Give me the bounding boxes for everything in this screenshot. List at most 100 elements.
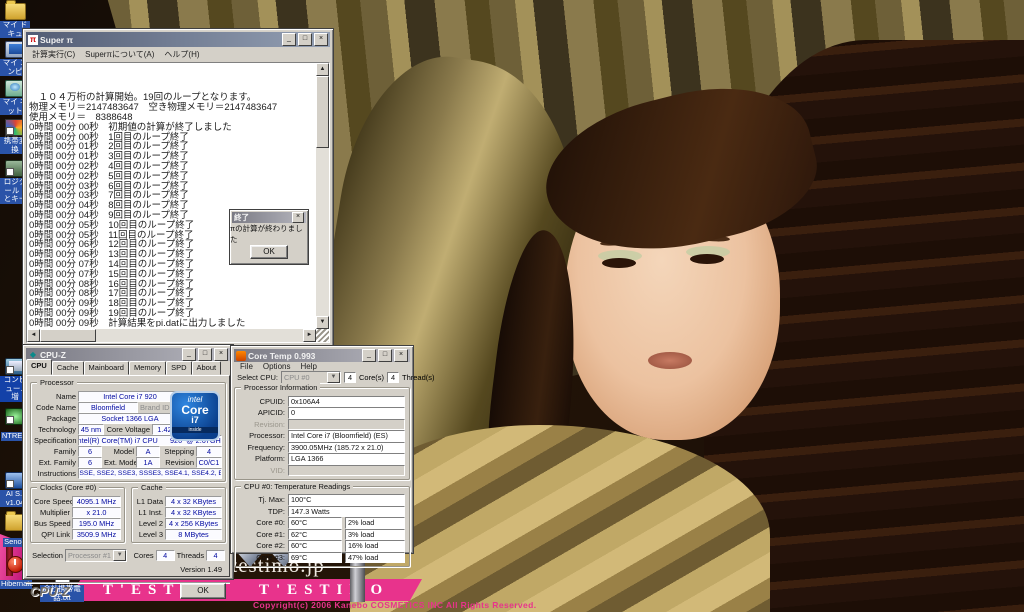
cpuid-value: 0x106A4 bbox=[288, 395, 405, 407]
cache-group: Cache L1 Data 4 x 32 KBytes L1 Inst. 4 x… bbox=[131, 483, 226, 543]
level3-value: 8 MBytes bbox=[165, 528, 222, 540]
codename-value: Bloomfield bbox=[78, 401, 138, 413]
scroll-thumb[interactable] bbox=[316, 76, 329, 148]
power-icon bbox=[6, 556, 24, 573]
menu-about[interactable]: Superπについて(A) bbox=[80, 49, 159, 60]
scroll-thumb[interactable] bbox=[40, 329, 96, 342]
processor-information-group: Processor Information CPUID: 0x106A4 API… bbox=[234, 383, 410, 480]
menu-file[interactable]: File bbox=[235, 362, 258, 371]
resize-grip[interactable] bbox=[316, 329, 329, 342]
cpuz-title: CPU-Z bbox=[40, 349, 66, 360]
cpuz-titlebar[interactable]: ◆ CPU-Z _ □ × bbox=[26, 348, 230, 361]
qpi-link-value: 3509.9 MHz bbox=[72, 528, 121, 540]
platform-value: LGA 1366 bbox=[288, 453, 405, 465]
technology-value: 45 nm bbox=[78, 423, 104, 435]
tdp-value: 147.3 Watts bbox=[288, 505, 405, 517]
tab-spd[interactable]: SPD bbox=[166, 361, 192, 375]
superpi-output: １０４万桁の計算開始。19回のループとなります。 物理メモリ＝2147483647… bbox=[29, 64, 314, 327]
processor-selection-dropdown[interactable]: Processor #1 ▼ bbox=[64, 548, 128, 562]
tab-about[interactable]: About bbox=[191, 361, 222, 375]
l1-data-value: 4 x 32 KBytes bbox=[165, 495, 222, 507]
horizontal-scrollbar[interactable]: ◄ ► bbox=[27, 329, 316, 342]
level2-value: 4 x 256 KBytes bbox=[165, 517, 222, 529]
tab-cache[interactable]: Cache bbox=[51, 361, 84, 375]
close-icon[interactable]: × bbox=[292, 212, 304, 224]
core0-load: 2% load bbox=[345, 517, 405, 529]
superpi-title: Super π bbox=[40, 34, 73, 45]
close-button[interactable]: × bbox=[214, 348, 228, 361]
processor-value: Intel Core i7 (Bloomfield) (ES) bbox=[288, 430, 405, 442]
revision-value: C0/C1 bbox=[196, 456, 222, 468]
menu-help[interactable]: Help bbox=[295, 362, 321, 371]
tab-memory[interactable]: Memory bbox=[128, 361, 167, 375]
tab-cpu[interactable]: CPU bbox=[26, 359, 52, 375]
copyright-text: Copyright(c) 2006 Kanebo COSMETICS INC A… bbox=[253, 600, 537, 610]
core2-load: 16% load bbox=[345, 540, 405, 552]
l1-inst-value: 4 x 32 KBytes bbox=[165, 506, 222, 518]
tjmax-value: 100°C bbox=[288, 494, 405, 506]
superpi-menubar: 計算実行(C) Superπについて(A) ヘルプ(H) bbox=[23, 47, 333, 61]
minimize-button[interactable]: _ bbox=[182, 348, 196, 361]
ext-family-value: 6 bbox=[78, 456, 102, 468]
core-speed-value: 4095.1 MHz bbox=[72, 495, 121, 507]
vertical-scrollbar[interactable]: ▲ ▼ bbox=[316, 63, 329, 329]
cores-count: 4 bbox=[344, 371, 356, 384]
package-value: Socket 1366 LGA bbox=[78, 412, 182, 424]
cpu-name-value: Intel Core i7 920 bbox=[78, 390, 182, 402]
ok-button[interactable]: OK bbox=[250, 245, 288, 259]
cpuz-cpu-page: Processor intel Core i7 inside Name Inte… bbox=[26, 375, 230, 577]
intel-core-i7-logo: intel Core i7 inside bbox=[170, 391, 220, 441]
lips bbox=[648, 352, 692, 369]
cores-value: 4 bbox=[155, 549, 175, 561]
menu-help[interactable]: ヘルプ(H) bbox=[159, 49, 204, 60]
dialog-titlebar[interactable]: 終了 × bbox=[232, 212, 306, 224]
coretemp-menubar: File Options Help bbox=[231, 362, 413, 371]
chevron-down-icon: ▼ bbox=[327, 372, 340, 383]
minimize-button[interactable]: _ bbox=[362, 349, 376, 362]
cpuz-footer: CPU-Z OK bbox=[26, 582, 230, 599]
cpuz-tabs: CPU Cache Mainboard Memory SPD About bbox=[26, 359, 230, 375]
scroll-down-button[interactable]: ▼ bbox=[316, 316, 329, 329]
instructions-value: MMX, SSE, SSE2, SSE3, SSSE3, SSE4.1, SSE… bbox=[78, 467, 222, 479]
coretemp-app-icon bbox=[236, 350, 246, 361]
coretemp-title: Core Temp 0.993 bbox=[248, 350, 316, 361]
close-button[interactable]: × bbox=[314, 33, 328, 46]
menu-calculate[interactable]: 計算実行(C) bbox=[27, 49, 80, 60]
superpi-app-icon: π bbox=[28, 34, 38, 45]
superpi-titlebar[interactable]: π Super π _ □ × bbox=[26, 32, 330, 47]
cpuz-logo: CPU-Z bbox=[30, 583, 70, 599]
core1-load: 3% load bbox=[345, 528, 405, 540]
revision-value bbox=[288, 418, 405, 430]
coretemp-window: Core Temp 0.993 _ □ × File Options Help … bbox=[230, 345, 435, 567]
threads-count: 4 bbox=[387, 371, 400, 384]
cpuz-window: ◆ CPU-Z _ □ × CPU Cache Mainboard Memory… bbox=[22, 344, 234, 599]
scroll-right-button[interactable]: ► bbox=[303, 329, 316, 342]
core3-temp: 69°C bbox=[288, 551, 342, 563]
multiplier-value: x 21.0 bbox=[72, 506, 121, 518]
core3-load: 47% load bbox=[345, 551, 405, 563]
cpuz-app-icon: ◆ bbox=[29, 349, 37, 359]
tab-mainboard[interactable]: Mainboard bbox=[83, 361, 129, 375]
maximize-button[interactable]: □ bbox=[378, 349, 392, 362]
close-button[interactable]: × bbox=[394, 349, 408, 362]
superpi-client: １０４万桁の計算開始。19回のループとなります。 物理メモリ＝2147483647… bbox=[26, 62, 330, 343]
threads-value: 4 bbox=[206, 549, 226, 561]
ok-button[interactable]: OK bbox=[180, 583, 226, 599]
processor-group: Processor intel Core i7 inside Name Inte… bbox=[30, 378, 226, 482]
clocks-group: Clocks (Core #0) Core Speed 4095.1 MHz M… bbox=[30, 483, 125, 543]
core0-temp: 60°C bbox=[288, 517, 342, 529]
ext-model-value: 1A bbox=[136, 456, 160, 468]
core1-temp: 62°C bbox=[288, 528, 342, 540]
maximize-button[interactable]: □ bbox=[298, 33, 312, 46]
menu-options[interactable]: Options bbox=[258, 362, 296, 371]
maximize-button[interactable]: □ bbox=[198, 348, 212, 361]
family-value: 6 bbox=[78, 445, 102, 457]
frequency-value: 3900.05MHz (185.72 x 21.0) bbox=[288, 441, 405, 453]
core2-temp: 60°C bbox=[288, 540, 342, 552]
scroll-left-button[interactable]: ◄ bbox=[27, 329, 40, 342]
coretemp-titlebar[interactable]: Core Temp 0.993 _ □ × bbox=[234, 349, 410, 362]
scroll-up-button[interactable]: ▲ bbox=[316, 63, 329, 76]
minimize-button[interactable]: _ bbox=[282, 33, 296, 46]
folder-icon bbox=[4, 0, 26, 20]
apicid-value: 0 bbox=[288, 407, 405, 419]
